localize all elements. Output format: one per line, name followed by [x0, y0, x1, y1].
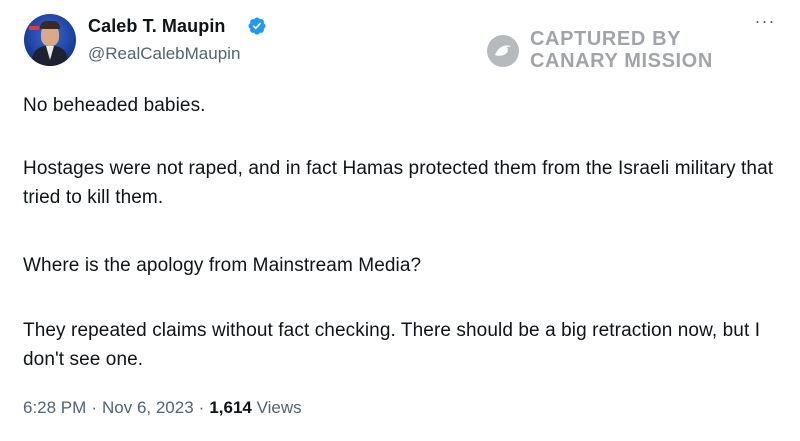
avatar-hair	[40, 21, 60, 29]
watermark-line-2: CANARY MISSION	[530, 50, 713, 72]
tweet-card: Caleb T. Maupin @RealCalebMaupin CAPTURE…	[0, 0, 800, 441]
more-options-icon[interactable]: ···	[750, 12, 780, 34]
avatar-logo-detail	[29, 26, 39, 30]
tweet-paragraph-4: They repeated claims without fact checki…	[23, 320, 761, 370]
meta-separator: ·	[198, 398, 205, 417]
tweet-paragraph-2: Hostages were not raped, and in fact Ham…	[23, 158, 774, 208]
canary-mission-watermark: CAPTURED BY CANARY MISSION	[486, 28, 736, 76]
views-count: 1,614	[209, 398, 252, 417]
canary-bird-icon	[487, 35, 519, 67]
watermark-line-1: CAPTURED BY	[530, 28, 682, 50]
tweet-paragraph-1: No beheaded babies.	[23, 95, 206, 116]
author-display-name[interactable]: Caleb T. Maupin	[88, 16, 226, 37]
tweet-meta: 6:28 PM · Nov 6, 2023 · 1,614 Views	[23, 398, 302, 418]
tweet-time[interactable]: 6:28 PM	[23, 398, 86, 417]
avatar[interactable]	[24, 14, 76, 66]
verified-badge-icon	[248, 17, 266, 35]
views-label: Views	[256, 398, 302, 417]
tweet-paragraph-3: Where is the apology from Mainstream Med…	[23, 255, 422, 276]
meta-separator: ·	[91, 398, 97, 417]
author-handle[interactable]: @RealCalebMaupin	[88, 44, 240, 64]
tweet-date[interactable]: Nov 6, 2023	[102, 398, 194, 417]
